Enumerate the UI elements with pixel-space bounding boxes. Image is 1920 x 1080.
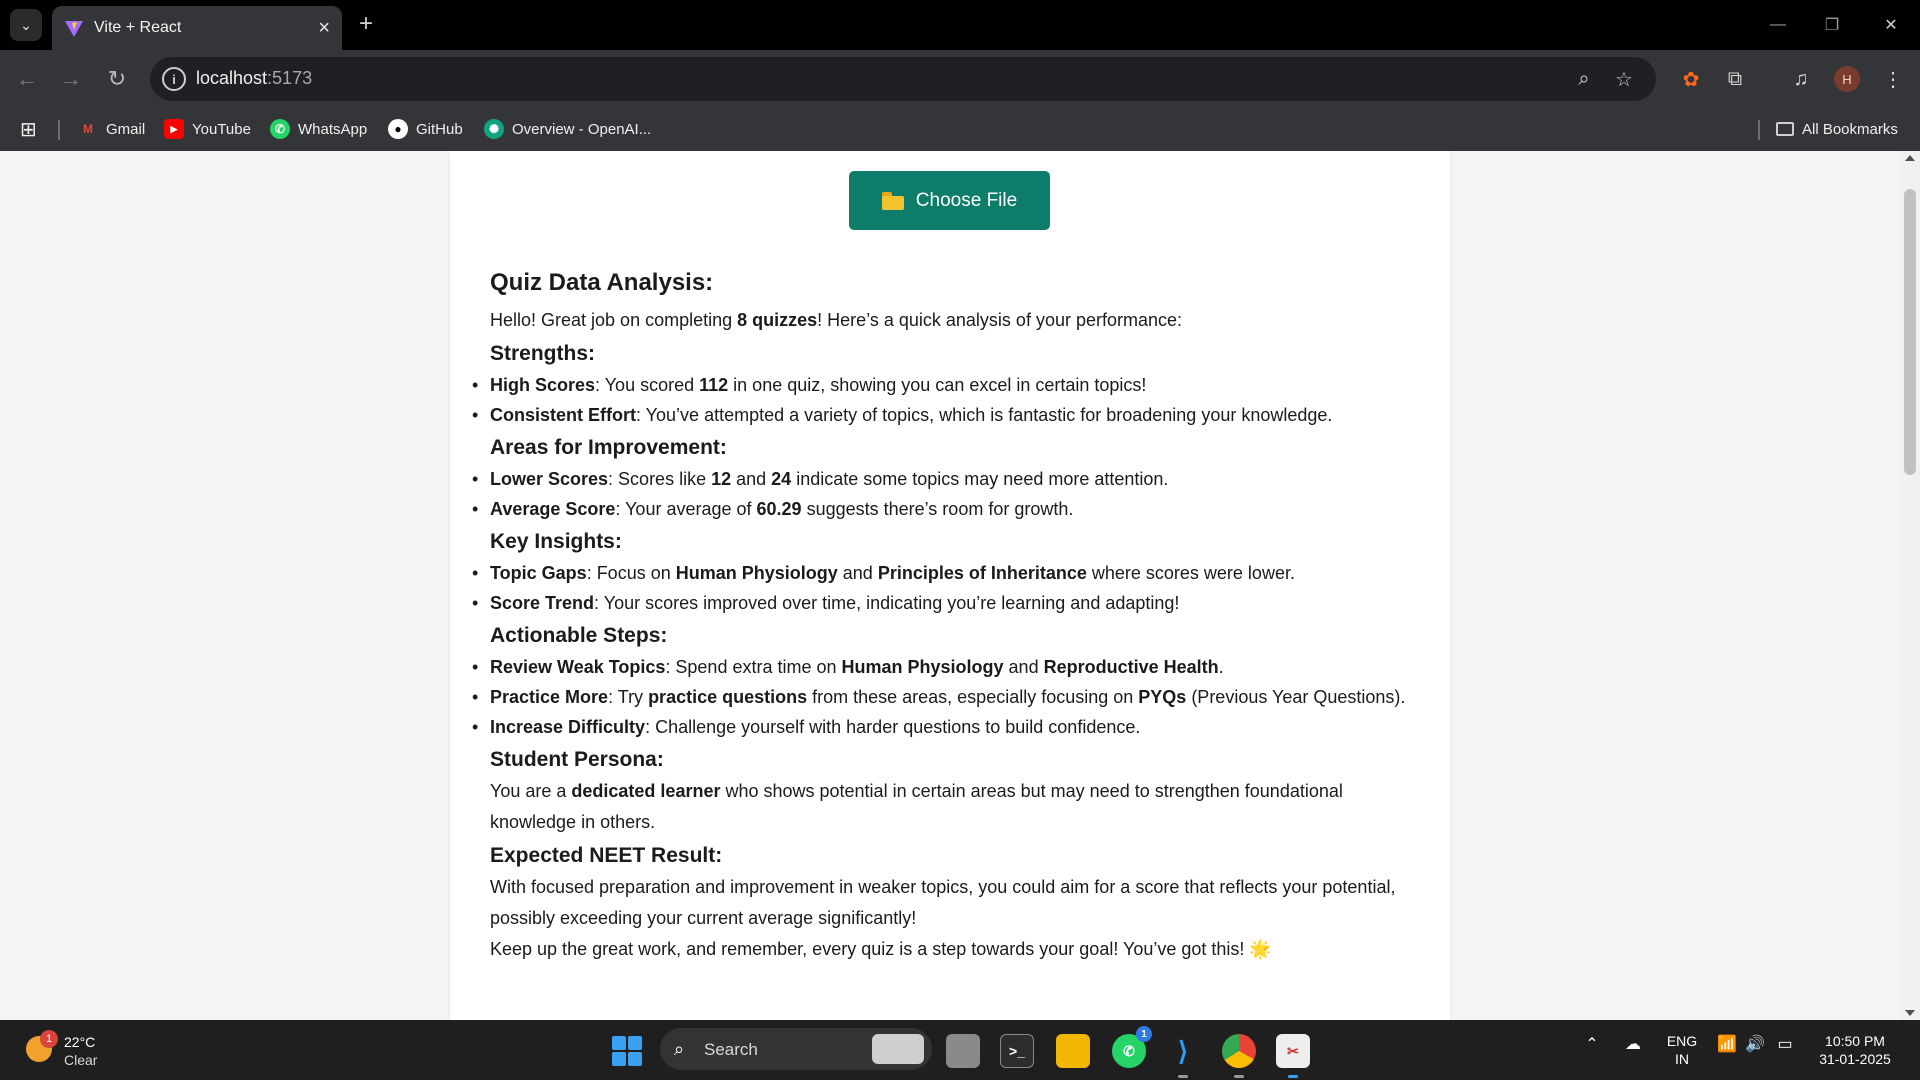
- list-item: Topic Gaps: Focus on Human Physiology an…: [472, 558, 1430, 588]
- bookmark-whatsapp[interactable]: ✆ WhatsApp: [270, 116, 367, 142]
- onedrive-cloud-icon[interactable]: ☁: [1620, 1034, 1646, 1054]
- list-item: Increase Difficulty: Challenge yourself …: [472, 712, 1430, 742]
- snipping-tool-icon[interactable]: ✂: [1276, 1034, 1310, 1078]
- page-scrollbar[interactable]: [1900, 151, 1920, 1020]
- search-highlight-image: [872, 1034, 924, 1064]
- apps-grid-icon[interactable]: ⊞: [20, 116, 37, 142]
- steps-heading: Actionable Steps:: [490, 624, 668, 647]
- terminal-icon[interactable]: >_: [1000, 1034, 1034, 1068]
- scroll-down-arrow-icon[interactable]: [1905, 1010, 1915, 1016]
- volume-icon[interactable]: 🔊: [1744, 1034, 1766, 1054]
- search-icon: ⌕: [674, 1039, 685, 1059]
- intro-text: Hello! Great job on completing 8 quizzes…: [490, 310, 1183, 330]
- bookmarks-bar: ⊞ M Gmail ▶ YouTube ✆ WhatsApp ● GitHub ✺ Ove…: [0, 108, 1920, 151]
- restore-button[interactable]: ❐: [1805, 0, 1859, 50]
- taskbar-search[interactable]: ⌕ Search: [660, 1028, 932, 1070]
- bookmark-github[interactable]: ● GitHub: [388, 116, 463, 142]
- openai-icon: ✺: [484, 119, 504, 139]
- language-indicator[interactable]: ENG IN: [1664, 1032, 1700, 1068]
- analysis-content: Quiz Data Analysis: Hello! Great job on …: [472, 269, 1430, 965]
- minimize-button[interactable]: —: [1751, 0, 1805, 50]
- folder-icon: [881, 191, 904, 210]
- tab-title: Vite + React: [94, 19, 182, 36]
- profile-avatar[interactable]: H: [1834, 66, 1860, 92]
- insights-heading: Key Insights:: [490, 530, 622, 553]
- neet-text: With focused preparation and improvement…: [490, 877, 1396, 928]
- strengths-heading: Strengths:: [490, 342, 595, 365]
- page-viewport: Choose File Quiz Data Analysis: Hello! G…: [0, 151, 1900, 1020]
- improvement-list: Lower Scores: Scores like 12 and 24 indi…: [472, 464, 1430, 524]
- closing-text: Keep up the great work, and remember, ev…: [490, 939, 1272, 959]
- weather-widget[interactable]: 1 22°C Clear: [22, 1028, 142, 1072]
- improvement-heading: Areas for Improvement:: [490, 436, 727, 459]
- insights-list: Topic Gaps: Focus on Human Physiology an…: [472, 558, 1430, 618]
- show-hidden-icons-chevron-icon[interactable]: ⌃: [1582, 1034, 1602, 1054]
- start-button[interactable]: [612, 1036, 642, 1066]
- menu-kebab-icon[interactable]: ⋮: [1878, 64, 1908, 94]
- chevron-down-icon: ⌄: [20, 16, 32, 33]
- bookmark-openai[interactable]: ✺ Overview - OpenAI...: [484, 116, 651, 142]
- back-button[interactable]: ←: [12, 64, 42, 94]
- list-item: High Scores: You scored 112 in one quiz,…: [472, 370, 1430, 400]
- wifi-icon[interactable]: 📶: [1716, 1034, 1738, 1054]
- neet-heading: Expected NEET Result:: [490, 844, 723, 867]
- media-control-icon[interactable]: ♫: [1786, 64, 1816, 94]
- windows-taskbar: 1 22°C Clear ⌕ Search >_ ✆ 1 ⟩ ✂ ⌃ ☁ ENG I…: [0, 1020, 1920, 1080]
- list-item: Score Trend: Your scores improved over t…: [472, 588, 1430, 618]
- tab-vite-react[interactable]: Vite + React ×: [52, 6, 342, 50]
- list-item: Review Weak Topics: Spend extra time on …: [472, 652, 1430, 682]
- close-window-button[interactable]: ✕: [1864, 0, 1918, 50]
- gmail-icon: M: [83, 122, 93, 136]
- whatsapp-app-icon[interactable]: ✆ 1: [1112, 1026, 1152, 1068]
- search-label: Search: [704, 1040, 758, 1059]
- list-item: Lower Scores: Scores like 12 and 24 indi…: [472, 464, 1430, 494]
- strengths-list: High Scores: You scored 112 in one quiz,…: [472, 370, 1430, 430]
- whatsapp-icon: ✆: [270, 119, 290, 139]
- browser-toolbar: ← → ↻ i localhost:5173 ⌕ ☆ ✿ ⧉ ♫ H ⋮: [0, 50, 1920, 108]
- new-tab-button[interactable]: +: [352, 10, 380, 38]
- analysis-title: Quiz Data Analysis:: [490, 269, 714, 296]
- url-text[interactable]: localhost:5173: [196, 68, 312, 89]
- tab-strip: ⌄ Vite + React × + — ❐ ✕: [0, 0, 1920, 50]
- vscode-icon[interactable]: ⟩: [1166, 1034, 1200, 1078]
- weather-condition: Clear: [64, 1052, 98, 1068]
- list-item: Practice More: Try practice questions fr…: [472, 682, 1430, 712]
- forward-button[interactable]: →: [56, 64, 86, 94]
- bookmarks-divider-right: [1758, 120, 1760, 140]
- close-tab-icon[interactable]: ×: [318, 17, 330, 40]
- list-item: Average Score: Your average of 60.29 sug…: [472, 494, 1430, 524]
- weather-temp: 22°C: [64, 1034, 96, 1050]
- persona-text: You are a dedicated learner who shows po…: [490, 781, 1343, 832]
- bookmark-youtube[interactable]: ▶ YouTube: [164, 116, 251, 142]
- tab-search-button[interactable]: ⌄: [10, 9, 42, 41]
- battery-icon[interactable]: ▭: [1774, 1034, 1796, 1054]
- chrome-icon[interactable]: [1222, 1034, 1256, 1078]
- persona-heading: Student Persona:: [490, 748, 664, 771]
- file-explorer-icon[interactable]: [1056, 1034, 1090, 1068]
- site-info-icon[interactable]: i: [162, 67, 186, 91]
- scrollbar-thumb[interactable]: [1904, 189, 1916, 475]
- youtube-icon: ▶: [164, 119, 184, 139]
- address-bar[interactable]: i localhost:5173 ⌕ ☆: [150, 57, 1656, 101]
- task-view-icon[interactable]: [946, 1034, 980, 1068]
- folder-icon: [1776, 122, 1794, 136]
- analysis-card: Choose File Quiz Data Analysis: Hello! G…: [450, 151, 1450, 1020]
- bookmark-star-icon[interactable]: ☆: [1612, 67, 1636, 91]
- list-item: Consistent Effort: You’ve attempted a va…: [472, 400, 1430, 430]
- scroll-up-arrow-icon[interactable]: [1905, 155, 1915, 161]
- choose-file-button[interactable]: Choose File: [849, 171, 1050, 230]
- reload-button[interactable]: ↻: [102, 64, 132, 94]
- weather-badge: 1: [40, 1030, 58, 1048]
- github-icon: ●: [388, 119, 408, 139]
- vite-logo-icon: [65, 21, 83, 37]
- extension-brave-icon[interactable]: ✿: [1676, 64, 1706, 94]
- clock[interactable]: 10:50 PM 31-01-2025: [1810, 1032, 1900, 1068]
- extensions-puzzle-icon[interactable]: ⧉: [1720, 64, 1750, 94]
- bookmark-gmail[interactable]: M Gmail: [78, 116, 145, 142]
- zoom-icon[interactable]: ⌕: [1572, 67, 1596, 91]
- bookmarks-divider: [58, 120, 60, 140]
- all-bookmarks-button[interactable]: All Bookmarks: [1776, 116, 1898, 142]
- steps-list: Review Weak Topics: Spend extra time on …: [472, 652, 1430, 742]
